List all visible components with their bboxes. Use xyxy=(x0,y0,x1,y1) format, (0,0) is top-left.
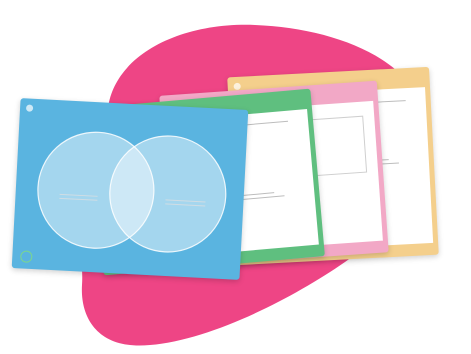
circle-icon xyxy=(25,103,34,112)
venn-diagram xyxy=(37,131,227,253)
worksheet-blue xyxy=(11,98,249,280)
circle-icon xyxy=(233,82,241,90)
illustration-stage xyxy=(0,0,471,354)
